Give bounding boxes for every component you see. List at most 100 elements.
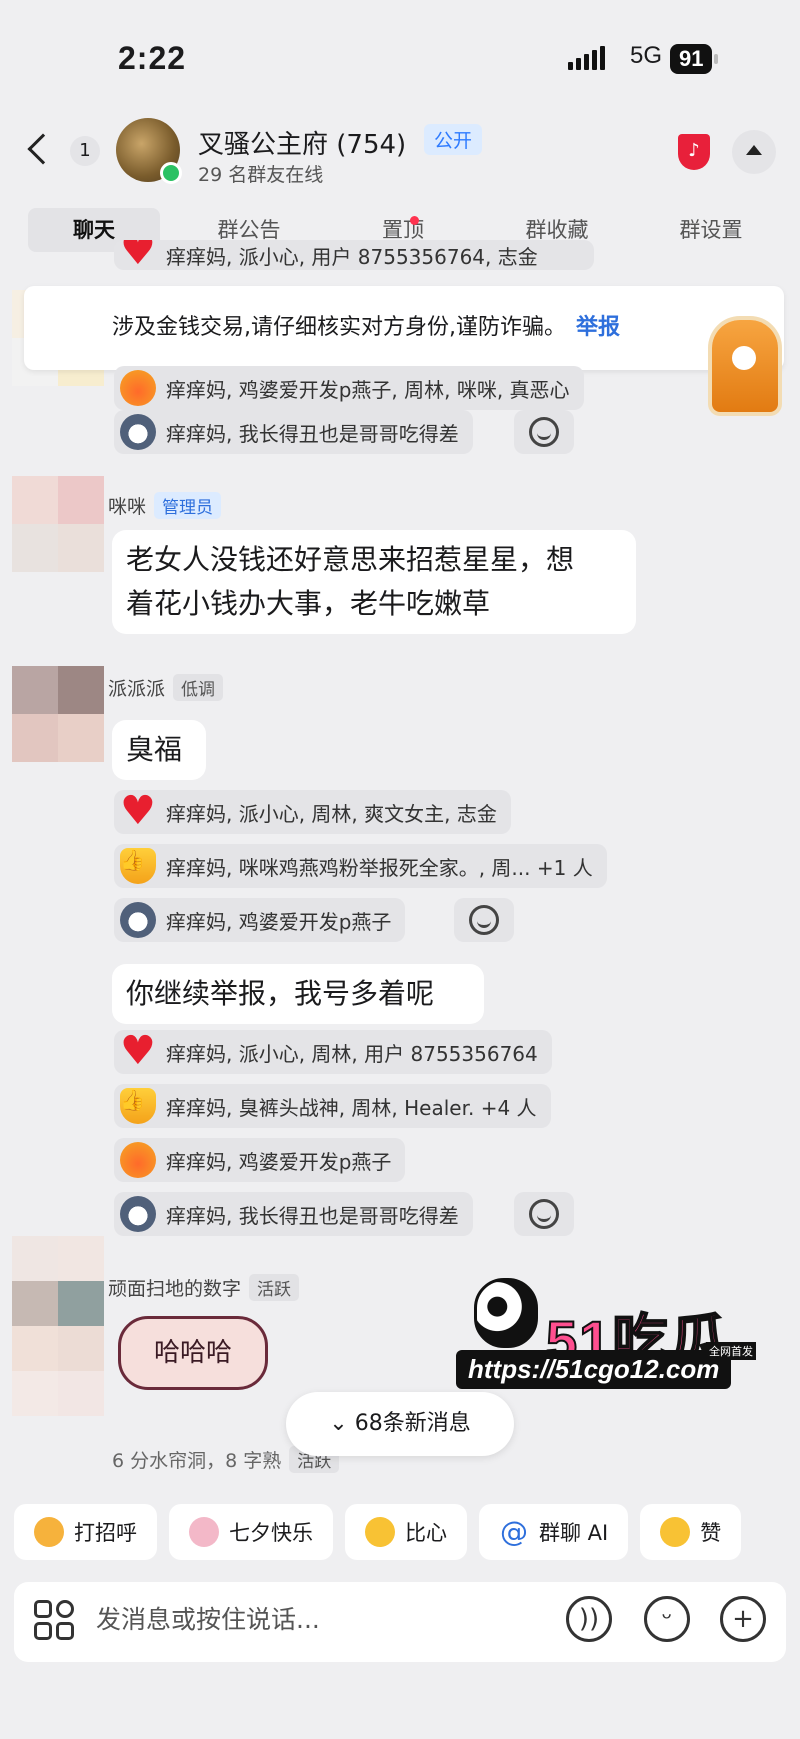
dog-face-icon	[120, 1196, 156, 1232]
reaction-text: 痒痒妈, 派小心, 周林, 用户 8755356764	[166, 1041, 538, 1066]
dog-face-icon	[120, 902, 156, 938]
avatar[interactable]	[12, 476, 104, 572]
reaction-row[interactable]: 痒痒妈, 咪咪鸡燕鸡粉举报死全家。, 周... +1 人	[114, 844, 607, 888]
emoji-icon[interactable]: ᵕ	[644, 1596, 690, 1642]
sender-name[interactable]: 顽面扫地的数字	[108, 1274, 241, 1301]
network-type: 5G	[630, 42, 663, 69]
reaction-row[interactable]: 痒痒妈, 派小心, 周林, 用户 8755356764	[114, 1028, 552, 1074]
sender-line: 咪咪 管理员	[108, 492, 222, 519]
quick-greet-button[interactable]: 打招呼	[14, 1504, 157, 1560]
unread-badge[interactable]: 1	[70, 136, 100, 166]
angry-face-icon	[120, 1142, 156, 1178]
magpie-icon	[189, 1517, 219, 1547]
sender-name[interactable]: 咪咪	[108, 492, 146, 519]
tiktok-shield-icon[interactable]: ♪	[678, 134, 710, 170]
message-input[interactable]: 发消息或按住说话...	[96, 1600, 320, 1636]
reaction-text: 痒痒妈, 鸡婆爱开发p燕子, 周林, 咪咪, 真恶心	[166, 377, 570, 402]
message-bubble[interactable]: 你继续举报，我号多着呢	[112, 964, 484, 1024]
reaction-text: 痒痒妈, 我长得丑也是哥哥吃得差	[166, 1203, 459, 1228]
heart-icon	[120, 788, 156, 834]
apps-icon[interactable]	[34, 1600, 74, 1640]
quick-label: 打招呼	[74, 1521, 137, 1545]
watermark-small-text: 全网首发	[706, 1342, 756, 1360]
message-text: 你继续举报，我号多着呢	[126, 977, 435, 1010]
quick-label: 比心	[405, 1521, 447, 1545]
double-chevron-down-icon: ⌄	[329, 1411, 355, 1436]
smiley-icon	[529, 417, 559, 447]
fraud-notice: 涉及金钱交易,请仔细核实对方身份,谨防诈骗。 举报	[24, 286, 784, 370]
reaction-row[interactable]: 痒痒妈, 鸡婆爱开发p燕子, 周林, 咪咪, 真恶心	[114, 366, 584, 410]
admin-tag: 管理员	[154, 492, 222, 519]
dog-face-icon	[120, 414, 156, 450]
add-reaction-button[interactable]	[454, 898, 514, 942]
reaction-row[interactable]: 痒痒妈, 派小心, 用户 8755356764, 志金	[114, 240, 594, 270]
collapse-up-icon[interactable]	[732, 130, 776, 174]
reaction-text: 痒痒妈, 咪咪鸡燕鸡粉举报死全家。, 周... +1 人	[166, 855, 593, 880]
sticker-text: 哈哈哈	[153, 1338, 232, 1368]
quick-label: 群聊 AI	[539, 1521, 609, 1545]
heart-hands-icon	[365, 1517, 395, 1547]
avatar[interactable]	[12, 1236, 104, 1416]
reaction-row[interactable]: 痒痒妈, 臭裤头战神, 周林, Healer. +4 人	[114, 1084, 551, 1128]
reaction-row[interactable]: 痒痒妈, 我长得丑也是哥哥吃得差	[114, 410, 473, 454]
angry-face-icon	[120, 370, 156, 406]
red-dot-icon	[410, 216, 419, 225]
message-text: 老女人没钱还好意思来招惹星星，想	[126, 543, 575, 576]
reaction-row[interactable]: 痒痒妈, 我长得丑也是哥哥吃得差	[114, 1192, 473, 1236]
reaction-text: 痒痒妈, 派小心, 周林, 爽文女主, 志金	[166, 801, 497, 826]
thumbs-up-icon	[660, 1517, 691, 1547]
quick-label: 七夕快乐	[229, 1521, 313, 1545]
watermark-url: https://51cgo12.com	[456, 1350, 732, 1389]
message-text: 臭福	[126, 733, 183, 766]
new-messages-button[interactable]: ⌄ 68条新消息	[286, 1392, 514, 1456]
reaction-text: 痒痒妈, 我长得丑也是哥哥吃得差	[166, 421, 459, 446]
reaction-row[interactable]: 痒痒妈, 派小心, 周林, 爽文女主, 志金	[114, 788, 511, 834]
online-count: 29 名群友在线	[198, 164, 324, 186]
add-reaction-button[interactable]	[514, 1192, 574, 1236]
plus-icon[interactable]: +	[720, 1596, 766, 1642]
reaction-row[interactable]: 痒痒妈, 鸡婆爱开发p燕子	[114, 898, 406, 942]
sender-line: 派派派 低调	[108, 674, 224, 701]
tab-settings[interactable]: 群设置	[634, 208, 788, 252]
heart-icon	[120, 240, 156, 270]
quick-ai-button[interactable]: @ 群聊 AI	[479, 1504, 629, 1560]
battery-level: 91	[670, 44, 720, 74]
quick-label: 赞	[700, 1521, 722, 1545]
thumbs-up-icon	[120, 848, 156, 884]
sender-name[interactable]: 6 分水帘洞，8 字熟	[112, 1446, 281, 1473]
haha-sticker[interactable]: 哈哈哈	[118, 1316, 268, 1390]
public-tag: 公开	[424, 124, 483, 155]
quick-heart-button[interactable]: 比心	[345, 1504, 467, 1560]
cow-mascot-logo	[474, 1278, 538, 1348]
reaction-text: 痒痒妈, 派小心, 用户 8755356764, 志金	[166, 245, 538, 269]
status-time: 2:22	[118, 40, 187, 76]
quick-reply-bar: 打招呼 七夕快乐 比心 @ 群聊 AI 赞	[14, 1504, 742, 1560]
new-messages-label: 68条新消息	[354, 1411, 471, 1436]
door-icon[interactable]	[712, 320, 778, 412]
avatar[interactable]	[12, 666, 104, 762]
reaction-text: 痒痒妈, 鸡婆爱开发p燕子	[166, 1149, 392, 1174]
reaction-text: 痒痒妈, 鸡婆爱开发p燕子	[166, 909, 392, 934]
add-reaction-button[interactable]	[514, 410, 574, 454]
group-name[interactable]: 叉骚公主府 (754)	[198, 124, 406, 161]
reaction-text: 痒痒妈, 臭裤头战神, 周林, Healer. +4 人	[166, 1095, 537, 1120]
quick-qixi-button[interactable]: 七夕快乐	[169, 1504, 333, 1560]
message-bubble[interactable]: 臭福	[112, 720, 206, 780]
reaction-row[interactable]: 痒痒妈, 鸡婆爱开发p燕子	[114, 1138, 406, 1182]
smiley-icon	[529, 1199, 559, 1229]
active-tag: 活跃	[249, 1274, 300, 1301]
wave-icon	[34, 1517, 64, 1547]
message-text: 着花小钱办大事，老牛吃嫩草	[126, 587, 491, 620]
signal-icon	[568, 46, 605, 70]
message-bubble[interactable]: 老女人没钱还好意思来招惹星星，想 着花小钱办大事，老牛吃嫩草	[112, 530, 636, 634]
smiley-icon	[469, 905, 499, 935]
thumbs-up-icon	[120, 1088, 156, 1124]
sender-line: 顽面扫地的数字 活跃	[108, 1274, 300, 1301]
back-arrow-icon[interactable]	[27, 133, 59, 165]
heart-icon	[120, 1028, 156, 1074]
at-icon: @	[500, 1515, 528, 1548]
sender-name[interactable]: 派派派	[108, 674, 165, 701]
voice-icon[interactable]: ))	[566, 1596, 612, 1642]
quick-like-button[interactable]: 赞	[640, 1504, 742, 1560]
report-link[interactable]: 举报	[576, 315, 620, 340]
